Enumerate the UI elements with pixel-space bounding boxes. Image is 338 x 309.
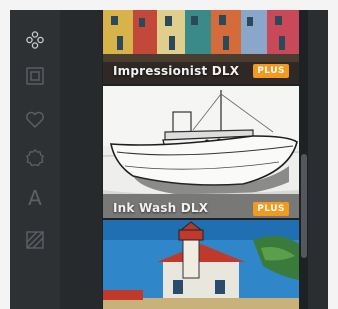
effect-thumbnail-lighthouse — [103, 220, 299, 309]
text-icon-glyph: A — [28, 186, 42, 210]
texture-icon[interactable] — [23, 228, 47, 252]
right-panel-edge — [308, 10, 328, 309]
effect-card-impressionist[interactable]: Impressionist DLX PLUS — [103, 10, 299, 84]
settings-icon[interactable] — [23, 146, 47, 170]
app-window: A Impressionist DLX PLUS Ink Wash DLX PL… — [10, 10, 328, 309]
effect-thumbnail-ink-wash — [103, 86, 299, 218]
effects-icon[interactable] — [23, 28, 47, 52]
frame-icon[interactable] — [23, 64, 47, 88]
effect-name: Impressionist DLX — [113, 64, 240, 78]
toolbar-gutter — [60, 10, 102, 309]
plus-badge: PLUS — [253, 64, 289, 78]
text-icon[interactable]: A — [23, 186, 47, 210]
effect-card-lighthouse[interactable] — [103, 220, 299, 309]
plus-badge: PLUS — [253, 202, 289, 216]
effects-panel: Impressionist DLX PLUS Ink Wash DLX PLUS — [102, 10, 300, 309]
effect-name: Ink Wash DLX — [113, 201, 209, 215]
effect-card-ink-wash[interactable]: Ink Wash DLX PLUS — [103, 86, 299, 218]
scrollbar-thumb[interactable] — [301, 154, 307, 258]
left-toolbar: A — [10, 10, 60, 309]
heart-icon[interactable] — [23, 108, 47, 132]
